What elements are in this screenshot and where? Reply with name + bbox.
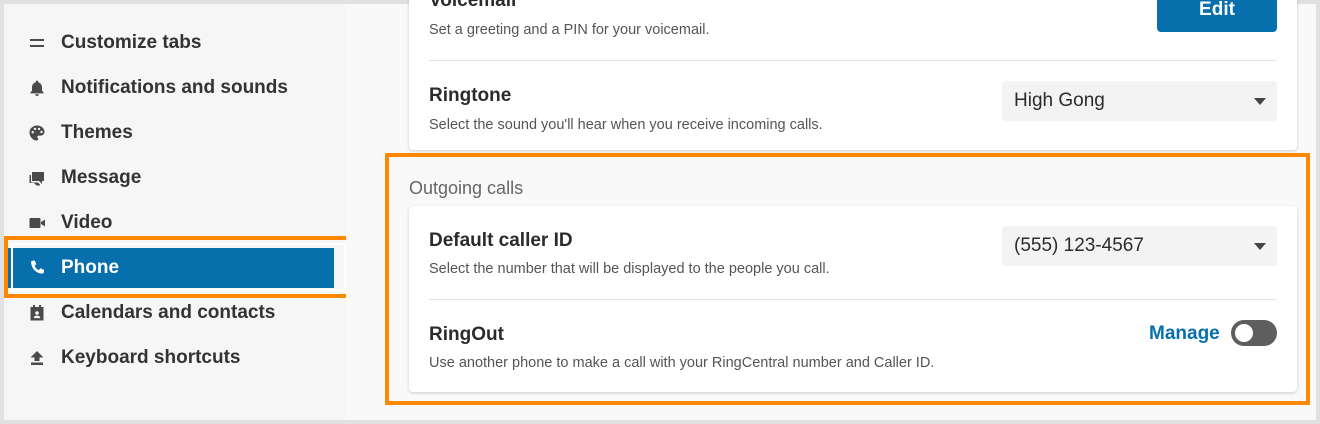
- sidebar-item-keyboard-shortcuts[interactable]: Keyboard shortcuts: [8, 338, 334, 378]
- menu-lines-icon: [26, 32, 48, 54]
- chat-bubbles-icon: [26, 167, 48, 189]
- caret-down-icon: [1254, 98, 1266, 105]
- ringtone-title: Ringtone: [429, 85, 512, 106]
- ringtone-select[interactable]: High Gong: [1002, 81, 1277, 121]
- voicemail-title: Voicemail: [429, 0, 517, 11]
- sidebar-item-themes[interactable]: Themes: [8, 113, 334, 153]
- ringtone-description: Select the sound you'll hear when you re…: [429, 117, 823, 133]
- calendar-person-icon: [26, 302, 48, 324]
- video-camera-icon: [26, 212, 48, 234]
- sidebar-item-label: Message: [61, 167, 142, 188]
- phone-item-highlight: [4, 236, 353, 298]
- voicemail-description: Set a greeting and a PIN for your voicem…: [429, 22, 710, 38]
- sidebar-item-label: Keyboard shortcuts: [61, 347, 241, 368]
- sidebar-item-label: Video: [61, 212, 113, 233]
- ringtone-selected-value: High Gong: [1014, 90, 1105, 111]
- sidebar-item-label: Themes: [61, 122, 133, 143]
- sidebar-item-calendars-contacts[interactable]: Calendars and contacts: [8, 293, 334, 333]
- palette-icon: [26, 122, 48, 144]
- sidebar-item-label: Customize tabs: [61, 32, 202, 53]
- sidebar-item-label: Notifications and sounds: [61, 77, 288, 98]
- divider: [429, 60, 1277, 61]
- outgoing-calls-highlight: [385, 153, 1310, 405]
- sidebar-item-notifications[interactable]: Notifications and sounds: [8, 68, 334, 108]
- sidebar-item-customize-tabs[interactable]: Customize tabs: [8, 23, 334, 63]
- upload-arrow-icon: [26, 347, 48, 369]
- sidebar-item-label: Calendars and contacts: [61, 302, 276, 323]
- sidebar-item-message[interactable]: Message: [8, 158, 334, 198]
- voicemail-edit-button[interactable]: Edit: [1157, 0, 1277, 32]
- bell-icon: [26, 77, 48, 99]
